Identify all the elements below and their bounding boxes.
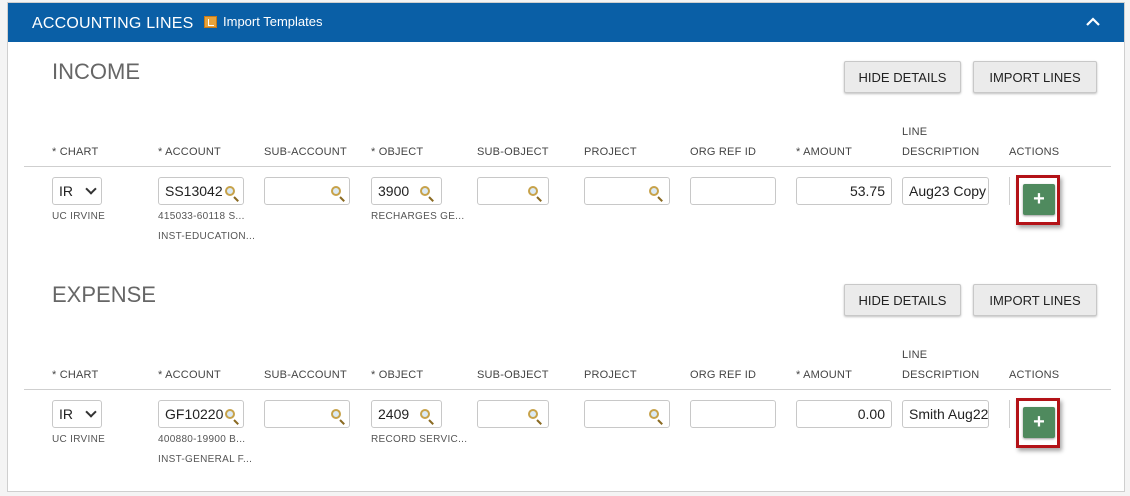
expense-project-field[interactable] (584, 400, 670, 428)
col-description: DESCRIPTION (902, 146, 980, 158)
col-sub-object: SUB-OBJECT (477, 146, 549, 158)
import-templates-label: Import Templates (223, 14, 323, 29)
income-amount-field[interactable]: 53.75 (796, 177, 892, 205)
account-description: 415033-60118 S... (158, 211, 245, 222)
chevron-up-icon[interactable] (1084, 13, 1102, 31)
amount-value: 0.00 (857, 406, 885, 422)
object-value: 3900 (378, 183, 410, 199)
expense-add-line-button[interactable]: + (1023, 407, 1055, 438)
income-import-lines-button[interactable]: IMPORT LINES (973, 61, 1097, 93)
income-add-line-button[interactable]: + (1023, 184, 1055, 215)
col-sub-account: SUB-ACCOUNT (264, 369, 347, 381)
chart-value: IR (59, 406, 73, 422)
account-description-2: INST-EDUCATION... (158, 231, 256, 242)
description-value: Aug23 Copy (909, 183, 987, 199)
amount-value: 53.75 (849, 183, 885, 199)
expense-account-field[interactable]: GF10220 (158, 400, 244, 428)
col-account: * ACCOUNT (158, 369, 221, 381)
expense-description-field[interactable]: Smith Aug22 (902, 400, 989, 428)
search-icon[interactable] (420, 186, 430, 196)
account-value: GF10220 (165, 406, 224, 422)
col-sub-account: SUB-ACCOUNT (264, 146, 347, 158)
search-icon[interactable] (649, 409, 659, 419)
header-divider (24, 166, 1111, 167)
income-chart-select[interactable]: IR (52, 177, 102, 205)
income-object-field[interactable]: 3900 (371, 177, 442, 205)
search-icon[interactable] (420, 409, 430, 419)
description-value: Smith Aug22 (909, 406, 989, 422)
import-templates-icon (204, 15, 217, 28)
col-org-ref-id: ORG REF ID (690, 146, 757, 158)
object-value: 2409 (378, 406, 410, 422)
panel-title: ACCOUNTING LINES (32, 15, 194, 32)
expense-add-highlight: + (1016, 398, 1060, 448)
expense-sub-object-field[interactable] (477, 400, 549, 428)
search-icon[interactable] (331, 409, 341, 419)
search-icon[interactable] (528, 409, 538, 419)
col-amount: * AMOUNT (796, 146, 852, 158)
chevron-down-icon (85, 406, 97, 418)
panel-header: ACCOUNTING LINES Import Templates (8, 3, 1124, 42)
col-amount: * AMOUNT (796, 369, 852, 381)
header-divider (24, 389, 1111, 390)
chevron-down-icon (85, 183, 97, 195)
search-icon[interactable] (649, 186, 659, 196)
expense-chart-select[interactable]: IR (52, 400, 102, 428)
col-org-ref-id: ORG REF ID (690, 369, 757, 381)
search-icon[interactable] (225, 186, 235, 196)
col-chart: * CHART (52, 369, 99, 381)
income-project-field[interactable] (584, 177, 670, 205)
account-value: SS13042 (165, 183, 223, 199)
income-org-ref-id-field[interactable] (690, 177, 776, 205)
actions-divider (1009, 177, 1010, 205)
search-icon[interactable] (528, 186, 538, 196)
account-description: 400880-19900 B... (158, 434, 246, 445)
income-account-field[interactable]: SS13042 (158, 177, 244, 205)
col-description: DESCRIPTION (902, 369, 980, 381)
expense-hide-details-button[interactable]: HIDE DETAILS (844, 284, 961, 316)
col-project: PROJECT (584, 146, 637, 158)
col-line-label: LINE (902, 126, 928, 138)
object-description: RECHARGES GE... (371, 211, 465, 222)
col-sub-object: SUB-OBJECT (477, 369, 549, 381)
expense-org-ref-id-field[interactable] (690, 400, 776, 428)
expense-amount-field[interactable]: 0.00 (796, 400, 892, 428)
expense-title: EXPENSE (52, 282, 156, 307)
income-add-highlight: + (1016, 175, 1060, 225)
chart-description: UC IRVINE (52, 211, 106, 222)
income-sub-account-field[interactable] (264, 177, 350, 205)
expense-sub-account-field[interactable] (264, 400, 350, 428)
col-object: * OBJECT (371, 369, 424, 381)
expense-object-field[interactable]: 2409 (371, 400, 442, 428)
expense-section: EXPENSE HIDE DETAILS IMPORT LINES * CHAR… (8, 265, 1126, 493)
income-section: INCOME HIDE DETAILS IMPORT LINES * CHART… (8, 42, 1126, 272)
chart-value: IR (59, 183, 73, 199)
actions-divider (1009, 400, 1010, 428)
col-actions: ACTIONS (1009, 146, 1060, 158)
expense-import-lines-button[interactable]: IMPORT LINES (973, 284, 1097, 316)
account-description-2: INST-GENERAL F... (158, 454, 253, 465)
income-sub-object-field[interactable] (477, 177, 549, 205)
search-icon[interactable] (331, 186, 341, 196)
col-line-label: LINE (902, 349, 928, 361)
chart-description: UC IRVINE (52, 434, 106, 445)
object-description: RECORD SERVIC... (371, 434, 468, 445)
col-account: * ACCOUNT (158, 146, 221, 158)
import-templates-link[interactable]: Import Templates (204, 14, 322, 29)
col-object: * OBJECT (371, 146, 424, 158)
search-icon[interactable] (225, 409, 235, 419)
col-actions: ACTIONS (1009, 369, 1060, 381)
income-description-field[interactable]: Aug23 Copy (902, 177, 989, 205)
col-project: PROJECT (584, 369, 637, 381)
accounting-lines-panel: ACCOUNTING LINES Import Templates INCOME… (7, 2, 1125, 492)
income-hide-details-button[interactable]: HIDE DETAILS (844, 61, 961, 93)
income-title: INCOME (52, 59, 140, 84)
col-chart: * CHART (52, 146, 99, 158)
